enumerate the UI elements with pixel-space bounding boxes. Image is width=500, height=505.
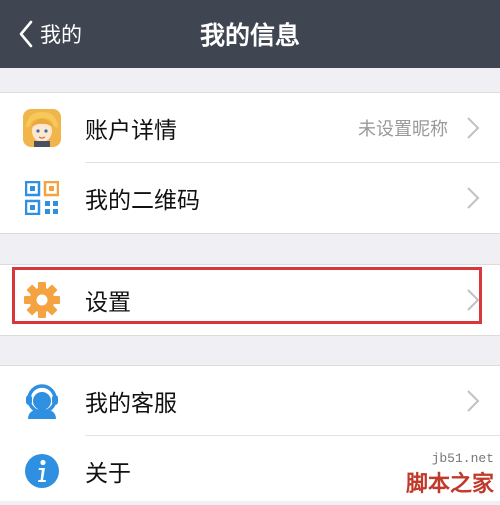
customer-service-icon	[22, 381, 62, 421]
settings-row[interactable]: 设置	[0, 265, 500, 334]
avatar-icon	[22, 108, 62, 148]
settings-label: 设置	[85, 289, 131, 316]
about-row[interactable]: 关于	[0, 436, 500, 505]
back-label: 我的	[40, 23, 82, 47]
customer-service-row[interactable]: 我的客服	[0, 366, 500, 435]
qr-code-label: 我的二维码	[85, 187, 200, 214]
about-label: 关于	[85, 460, 131, 487]
account-group: 账户详情 未设置昵称 我的二维码	[0, 92, 500, 234]
account-details-row[interactable]: 账户详情 未设置昵称	[0, 93, 500, 162]
back-button[interactable]: 我的	[18, 0, 82, 68]
gear-icon	[22, 280, 62, 320]
qr-code-icon	[22, 178, 62, 218]
support-group: 我的客服 关于	[0, 365, 500, 501]
settings-group: 设置	[0, 264, 500, 336]
chevron-left-icon	[19, 20, 33, 48]
chevron-right-icon	[467, 116, 480, 139]
customer-service-label: 我的客服	[85, 390, 177, 417]
chevron-right-icon	[467, 288, 480, 311]
qr-code-row[interactable]: 我的二维码	[0, 163, 500, 232]
info-icon	[22, 451, 62, 491]
chevron-right-icon	[467, 389, 480, 412]
navigation-bar: 我的 我的信息	[0, 0, 500, 68]
chevron-right-icon	[467, 186, 480, 209]
account-details-label: 账户详情	[85, 117, 177, 144]
nickname-value: 未设置昵称	[358, 118, 448, 140]
